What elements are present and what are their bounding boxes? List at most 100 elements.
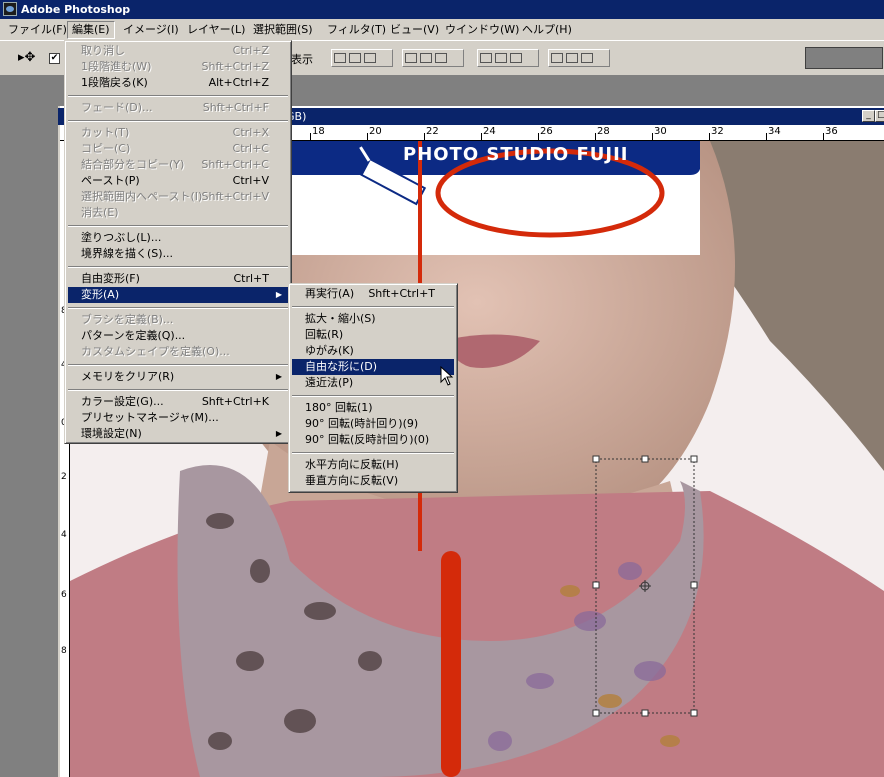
ruler-tick-label: 36 bbox=[825, 126, 838, 137]
menu-item[interactable]: ペースト(P) Ctrl+V bbox=[68, 173, 288, 189]
menubar-item[interactable]: ヘルプ(H) bbox=[518, 22, 576, 38]
menu-item: フェード(D)... Shft+Ctrl+F bbox=[68, 100, 288, 116]
minimize-button[interactable]: _ bbox=[862, 110, 875, 122]
menu-item-label: メモリをクリア(R) bbox=[81, 370, 175, 383]
menubar-item[interactable]: イメージ(I) bbox=[119, 22, 183, 38]
menu-item-label: 水平方向に反転(H) bbox=[305, 458, 399, 471]
menu-item: 結合部分をコピー(Y) Shft+Ctrl+C bbox=[68, 157, 288, 173]
menu-item-label: 180° 回転(1) bbox=[305, 401, 373, 414]
menu-item[interactable]: プリセットマネージャ(M)... bbox=[68, 410, 288, 426]
menu-item-label: コピー(C) bbox=[81, 142, 131, 155]
ruler-tick bbox=[823, 133, 824, 140]
ruler-tick bbox=[481, 133, 482, 140]
ruler-tick-label: 30 bbox=[654, 126, 667, 137]
menu-item[interactable]: 1段階戻る(K) Alt+Ctrl+Z bbox=[68, 75, 288, 91]
menu-item-label: 1段階進む(W) bbox=[81, 60, 152, 73]
menubar-item[interactable]: ファイル(F) bbox=[4, 22, 71, 38]
menu-item[interactable]: 再実行(A) Shft+Ctrl+T bbox=[292, 286, 454, 302]
menu-separator bbox=[68, 120, 288, 122]
ruler-tick-label: 4 bbox=[61, 530, 67, 540]
menu-item[interactable]: ゆがみ(K) bbox=[292, 343, 454, 359]
menu-item: 取り消し Ctrl+Z bbox=[68, 43, 288, 59]
menu-item-label: 再実行(A) bbox=[305, 287, 355, 300]
menu-item-label: パターンを定義(Q)... bbox=[81, 329, 186, 342]
auto-select-checkbox[interactable]: ✔ bbox=[49, 53, 60, 64]
menu-separator bbox=[68, 389, 288, 391]
menu-item-label: 選択範囲内へペースト(I) bbox=[81, 190, 203, 203]
ruler-tick bbox=[766, 133, 767, 140]
palette-well[interactable] bbox=[805, 47, 883, 69]
menubar-item[interactable]: ビュー(V) bbox=[386, 22, 443, 38]
menu-item-label: 結合部分をコピー(Y) bbox=[81, 158, 185, 171]
ruler-tick-label: 20 bbox=[369, 126, 382, 137]
menu-item-label: 環境設定(N) bbox=[81, 427, 142, 440]
ruler-tick-label: 26 bbox=[540, 126, 553, 137]
move-tool-icon[interactable]: ▸✥ bbox=[18, 50, 35, 65]
menubar-item[interactable]: レイヤー(L) bbox=[183, 22, 249, 38]
menu-item[interactable]: 変形(A) ▶ bbox=[68, 287, 288, 303]
menu-item[interactable]: 自由な形に(D) bbox=[292, 359, 454, 375]
menu-item[interactable]: 回転(R) bbox=[292, 327, 454, 343]
photoshop-app-icon[interactable] bbox=[3, 2, 17, 16]
menu-item-shortcut: Ctrl+T bbox=[233, 272, 269, 285]
menu-item-label: 1段階戻る(K) bbox=[81, 76, 148, 89]
menu-item[interactable]: 自由変形(F) Ctrl+T bbox=[68, 271, 288, 287]
menu-separator bbox=[68, 364, 288, 366]
menu-item[interactable]: 遠近法(P) bbox=[292, 375, 454, 391]
menu-item[interactable]: 塗りつぶし(L)... bbox=[68, 230, 288, 246]
menu-item[interactable]: 境界線を描く(S)... bbox=[68, 246, 288, 262]
menu-item-label: 塗りつぶし(L)... bbox=[81, 231, 162, 244]
ruler-tick-label: 22 bbox=[426, 126, 439, 137]
menu-item: 選択範囲内へペースト(I) Shft+Ctrl+V bbox=[68, 189, 288, 205]
menu-item-label: 消去(E) bbox=[81, 206, 119, 219]
maximize-button[interactable]: □ bbox=[875, 110, 884, 122]
menu-item-shortcut: Alt+Ctrl+Z bbox=[208, 76, 269, 89]
menubar: ファイル(F) 編集(E) イメージ(I) レイヤー(L) 選択範囲(S) フィルタ(T)… bbox=[0, 19, 884, 40]
menu-item-label: 90° 回転(反時計回り)(0) bbox=[305, 433, 430, 446]
ruler-tick bbox=[709, 133, 710, 140]
menu-item-label: 境界線を描く(S)... bbox=[81, 247, 174, 260]
menu-separator bbox=[68, 225, 288, 227]
menubar-item[interactable]: フィルタ(T) bbox=[323, 22, 390, 38]
submenu-arrow-icon: ▶ bbox=[275, 290, 282, 299]
menubar-item[interactable]: 選択範囲(S) bbox=[249, 22, 317, 38]
photo-banner-text: PHOTO STUDIO FUJII bbox=[403, 144, 629, 165]
menu-item[interactable]: 90° 回転(反時計回り)(0) bbox=[292, 432, 454, 448]
ruler-tick bbox=[538, 133, 539, 140]
menu-item[interactable]: 180° 回転(1) bbox=[292, 400, 454, 416]
menu-item-shortcut: Ctrl+X bbox=[232, 126, 269, 139]
menu-item-label: 自由な形に(D) bbox=[305, 360, 378, 373]
menubar-item[interactable]: 編集(E) bbox=[67, 21, 115, 39]
menu-item[interactable]: 拡大・縮小(S) bbox=[292, 311, 454, 327]
distribute-left-group[interactable] bbox=[548, 49, 610, 67]
menu-item[interactable]: メモリをクリア(R) ▶ bbox=[68, 369, 288, 385]
menu-item[interactable]: 水平方向に反転(H) bbox=[292, 457, 454, 473]
menu-item-label: 垂直方向に反転(V) bbox=[305, 474, 399, 487]
submenu-arrow-icon: ▶ bbox=[275, 429, 282, 438]
menu-item[interactable]: パターンを定義(Q)... bbox=[68, 328, 288, 344]
app-titlebar: Adobe Photoshop bbox=[0, 0, 884, 19]
align-top-group[interactable] bbox=[331, 49, 393, 67]
menu-item-label: 拡大・縮小(S) bbox=[305, 312, 376, 325]
ruler-tick-label: 2 bbox=[61, 472, 67, 482]
menu-item[interactable]: カラー設定(G)... Shft+Ctrl+K bbox=[68, 394, 288, 410]
menu-separator bbox=[292, 306, 454, 308]
menu-item[interactable]: 環境設定(N) ▶ bbox=[68, 426, 288, 442]
menu-item: コピー(C) Ctrl+C bbox=[68, 141, 288, 157]
ruler-tick-label: 8 bbox=[61, 646, 67, 656]
menu-item-label: 取り消し bbox=[81, 44, 125, 57]
menu-item-shortcut: Ctrl+V bbox=[232, 174, 269, 187]
ruler-tick-label: 18 bbox=[312, 126, 325, 137]
ruler-tick-label: 34 bbox=[768, 126, 781, 137]
menu-item: カスタムシェイプを定義(O)... bbox=[68, 344, 288, 360]
app-title: Adobe Photoshop bbox=[21, 3, 131, 16]
ruler-tick bbox=[595, 133, 596, 140]
menubar-item[interactable]: ウインドウ(W) bbox=[441, 22, 523, 38]
menu-item[interactable]: 90° 回転(時計回り)(9) bbox=[292, 416, 454, 432]
ruler-tick bbox=[424, 133, 425, 140]
align-middle-group[interactable] bbox=[402, 49, 464, 67]
menu-item[interactable]: 垂直方向に反転(V) bbox=[292, 473, 454, 489]
menu-item-label: 遠近法(P) bbox=[305, 376, 354, 389]
distribute-top-group[interactable] bbox=[477, 49, 539, 67]
ruler-tick-label: 6 bbox=[61, 590, 67, 600]
